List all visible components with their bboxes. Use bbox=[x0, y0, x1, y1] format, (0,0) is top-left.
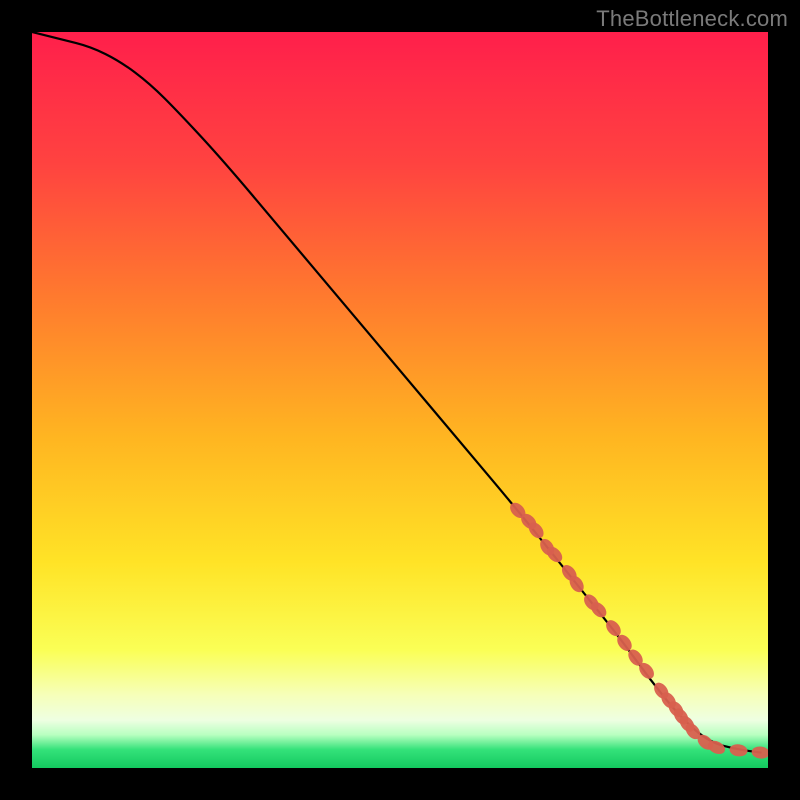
plot-area bbox=[32, 32, 768, 768]
watermark-text: TheBottleneck.com bbox=[596, 6, 788, 32]
gradient-background bbox=[32, 32, 768, 768]
chart-frame: TheBottleneck.com bbox=[0, 0, 800, 800]
plot-svg bbox=[32, 32, 768, 768]
